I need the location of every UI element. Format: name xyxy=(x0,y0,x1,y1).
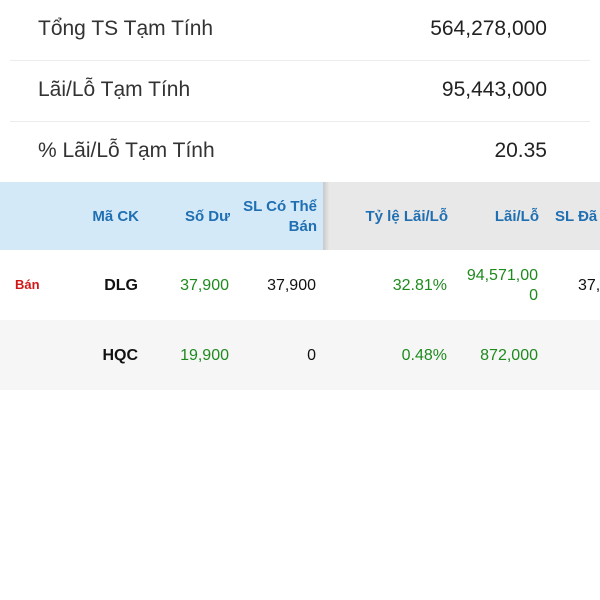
header-sellable-line2: Bán xyxy=(288,218,317,235)
summary-row-profit-loss: Lãi/Lỗ Tạm Tính 95,443,000 xyxy=(10,61,590,122)
summary-label: Tổng TS Tạm Tính xyxy=(38,17,214,40)
header-symbol[interactable]: Mã CK xyxy=(92,207,139,227)
header-sellable-line1: SL Có Thể xyxy=(243,198,317,215)
cell-pl-line1: 94,571,00 xyxy=(466,267,538,284)
summary-row-total-assets: Tổng TS Tạm Tính 564,278,000 xyxy=(10,0,590,61)
summary-row-profit-loss-pct: % Lãi/Lỗ Tạm Tính 20.35 xyxy=(10,122,590,183)
summary-label: Lãi/Lỗ Tạm Tính xyxy=(38,78,191,101)
cell-symbol: HQC xyxy=(102,347,138,364)
summary-value: 20.35 xyxy=(494,139,547,162)
cell-pl: 94,571,00 0 xyxy=(467,266,538,306)
header-pl[interactable]: Lãi/Lỗ xyxy=(495,207,539,227)
sell-button[interactable]: Bán xyxy=(15,277,40,292)
summary-label: % Lãi/Lỗ Tạm Tính xyxy=(38,139,215,162)
cell-pl-line2: 0 xyxy=(529,287,538,304)
cell-pl: 872,000 xyxy=(480,347,538,364)
summary-value: 95,443,000 xyxy=(441,78,547,101)
header-pl-pct[interactable]: Tỷ lệ Lãi/Lỗ xyxy=(365,207,448,227)
cell-sellable: 37,900 xyxy=(267,277,316,294)
summary-value: 564,278,000 xyxy=(430,17,547,40)
cell-balance: 37,900 xyxy=(180,277,229,294)
header-sold-partial[interactable]: SL Đã xyxy=(555,207,597,227)
header-sellable[interactable]: SL Có Thể Bán xyxy=(243,197,317,237)
table-row[interactable]: Bán DLG 37,900 37,900 32.81% 94,571,00 0… xyxy=(0,250,600,320)
table-header: Mã CK Số Dư SL Có Thể Bán Tỷ lệ Lãi/Lỗ L… xyxy=(0,182,600,250)
cell-sold-partial: 37, xyxy=(578,277,600,294)
cell-pl-pct: 32.81% xyxy=(392,277,447,294)
cell-pl-pct: 0.48% xyxy=(401,347,447,364)
cell-symbol: DLG xyxy=(104,277,138,294)
header-balance[interactable]: Số Dư xyxy=(185,207,230,227)
cell-sellable: 0 xyxy=(307,347,316,364)
table-row[interactable]: HQC 19,900 0 0.48% 872,000 xyxy=(0,320,600,390)
cell-balance: 19,900 xyxy=(180,347,229,364)
holdings-table[interactable]: Mã CK Số Dư SL Có Thể Bán Tỷ lệ Lãi/Lỗ L… xyxy=(0,182,600,390)
